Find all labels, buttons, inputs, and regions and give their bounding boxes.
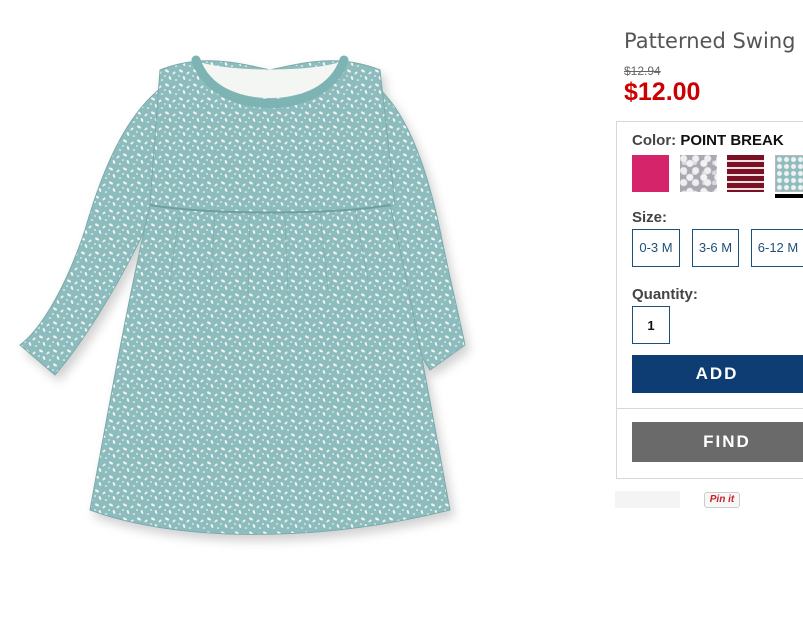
- purchase-options: Color: POINT BREAK Size: 0-3 M 3-6 M 6-1…: [616, 121, 803, 409]
- burgundy-stripe-swatch[interactable]: [727, 155, 764, 192]
- social-share-widget[interactable]: [615, 491, 680, 508]
- selected-swatch-indicator: [775, 194, 803, 198]
- product-image[interactable]: [10, 40, 480, 600]
- add-to-bag-button[interactable]: ADD: [632, 355, 803, 393]
- size-0-3m-button[interactable]: 0-3 M: [632, 229, 680, 267]
- color-label: Color:: [632, 132, 677, 149]
- find-in-store-section: FIND: [616, 408, 803, 479]
- quantity-label: Quantity:: [632, 286, 698, 303]
- size-6-12m-button[interactable]: 6-12 M: [751, 229, 803, 267]
- size-label: Size:: [632, 209, 668, 226]
- product-info-panel: Patterned Swing D $12.94 $12.00 Color: P…: [615, 0, 803, 638]
- original-price: $12.94: [624, 64, 661, 78]
- sale-price: $12.00: [624, 78, 701, 106]
- product-title: Patterned Swing D: [624, 29, 803, 53]
- pink-swatch[interactable]: [632, 155, 669, 192]
- color-value: POINT BREAK: [680, 132, 784, 149]
- teal-print-swatch[interactable]: [775, 155, 803, 192]
- find-in-store-button[interactable]: FIND: [632, 422, 803, 462]
- grey-floral-swatch[interactable]: [680, 155, 717, 192]
- pinterest-pin-it-button[interactable]: Pin it: [704, 492, 740, 508]
- quantity-input[interactable]: [632, 306, 670, 344]
- color-row: Color: POINT BREAK: [632, 132, 784, 149]
- size-3-6m-button[interactable]: 3-6 M: [692, 229, 739, 267]
- dress-illustration: [19, 55, 466, 535]
